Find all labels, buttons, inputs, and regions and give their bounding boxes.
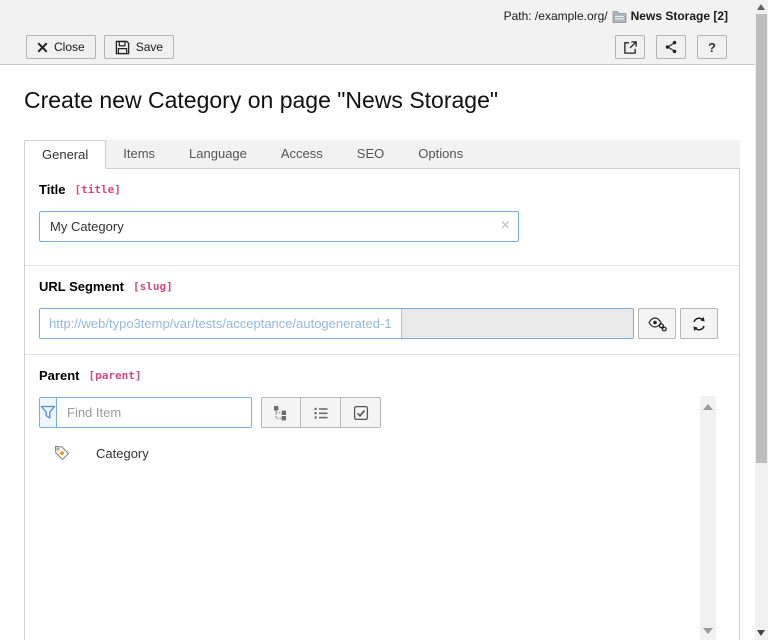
share-icon xyxy=(664,40,678,54)
title-input-wrap: × xyxy=(39,211,519,242)
close-button[interactable]: Close xyxy=(26,35,96,59)
form-tabs: General Items Language Access SEO Option… xyxy=(24,140,740,169)
tab-language[interactable]: Language xyxy=(172,140,264,168)
parent-field-label-row: Parent [parent] xyxy=(39,368,725,383)
tree-scrollbar[interactable] xyxy=(700,396,716,640)
docheader-buttons-right: ? xyxy=(615,35,727,59)
title-input[interactable] xyxy=(39,211,519,242)
parent-controls xyxy=(39,397,725,428)
parent-field-label: Parent xyxy=(39,368,79,383)
tab-seo[interactable]: SEO xyxy=(340,140,401,168)
scroll-up-icon[interactable] xyxy=(757,4,765,10)
title-field-section: Title [title] × xyxy=(25,169,739,249)
category-tree: Category xyxy=(39,434,725,640)
slug-field-section: URL Segment [slug] http://web/typo3temp/… xyxy=(25,265,739,338)
page-title: Create new Category on page "News Storag… xyxy=(24,87,498,114)
checkbox-checked-icon xyxy=(353,405,369,421)
tree-expand-button[interactable] xyxy=(261,397,301,428)
tree-toolbar xyxy=(261,397,381,428)
clear-input-icon[interactable]: × xyxy=(501,216,510,236)
tab-items[interactable]: Items xyxy=(106,140,172,168)
docheader: Path: /example.org/ News Storage [2] Clo… xyxy=(0,0,768,65)
slug-field-label-row: URL Segment [slug] xyxy=(39,279,725,294)
tree-filter-input[interactable] xyxy=(57,398,252,427)
title-field-code: [title] xyxy=(75,183,121,196)
list-icon xyxy=(313,405,329,421)
tab-general[interactable]: General xyxy=(24,140,106,169)
slug-recalculate-button[interactable] xyxy=(680,308,718,339)
title-field-label: Title xyxy=(39,182,66,197)
scrollbar-thumb[interactable] xyxy=(756,14,767,463)
slug-row: http://web/typo3temp/var/tests/acceptanc… xyxy=(39,308,725,339)
slug-field-label: URL Segment xyxy=(39,279,124,294)
title-field-label-row: Title [title] xyxy=(39,182,725,197)
tree-item[interactable]: Category xyxy=(39,434,725,462)
close-button-label: Close xyxy=(54,40,85,54)
slug-input[interactable] xyxy=(401,309,633,338)
slug-toggle-button[interactable] xyxy=(638,308,676,339)
help-button[interactable]: ? xyxy=(697,35,727,59)
slug-field-code: [slug] xyxy=(133,280,173,293)
tab-options[interactable]: Options xyxy=(401,140,480,168)
close-icon xyxy=(37,42,48,53)
record-path-title: News Storage [2] xyxy=(631,9,728,23)
share-button[interactable] xyxy=(656,35,686,59)
parent-field-section: Parent [parent] xyxy=(25,354,739,640)
open-in-new-window-button[interactable] xyxy=(615,35,645,59)
funnel-icon xyxy=(40,405,56,420)
tree-scroll-up-icon[interactable] xyxy=(703,404,713,410)
tree-list-view-button[interactable] xyxy=(301,397,341,428)
tree-select-all-button[interactable] xyxy=(341,397,381,428)
tab-access[interactable]: Access xyxy=(264,140,340,168)
tree-structure-icon xyxy=(273,405,289,421)
tab-content-panel: Title [title] × URL Segment [slug] http:… xyxy=(24,169,740,640)
folder-icon xyxy=(612,10,627,23)
save-button[interactable]: Save xyxy=(104,35,174,59)
tree-filter-group xyxy=(39,397,252,428)
help-icon: ? xyxy=(708,40,716,55)
tree-item-label: Category xyxy=(96,446,149,461)
refresh-icon xyxy=(691,316,707,332)
tree-scroll-down-icon[interactable] xyxy=(703,628,713,634)
save-button-label: Save xyxy=(136,40,163,54)
slug-prefix: http://web/typo3temp/var/tests/acceptanc… xyxy=(40,309,401,338)
category-tag-icon xyxy=(53,444,71,462)
eye-link-icon xyxy=(648,316,667,332)
scroll-down-icon[interactable] xyxy=(757,630,765,636)
main-scrollbar[interactable] xyxy=(755,0,768,640)
slug-field-group: http://web/typo3temp/var/tests/acceptanc… xyxy=(39,308,634,339)
path-label: Path: /example.org/ xyxy=(504,9,608,23)
open-in-new-window-icon xyxy=(623,40,638,55)
save-icon xyxy=(115,40,130,55)
record-path: Path: /example.org/ News Storage [2] xyxy=(504,9,728,23)
parent-field-code: [parent] xyxy=(88,369,141,382)
docheader-buttons-left: Close Save xyxy=(26,35,174,59)
filter-funnel-addon xyxy=(40,398,57,427)
